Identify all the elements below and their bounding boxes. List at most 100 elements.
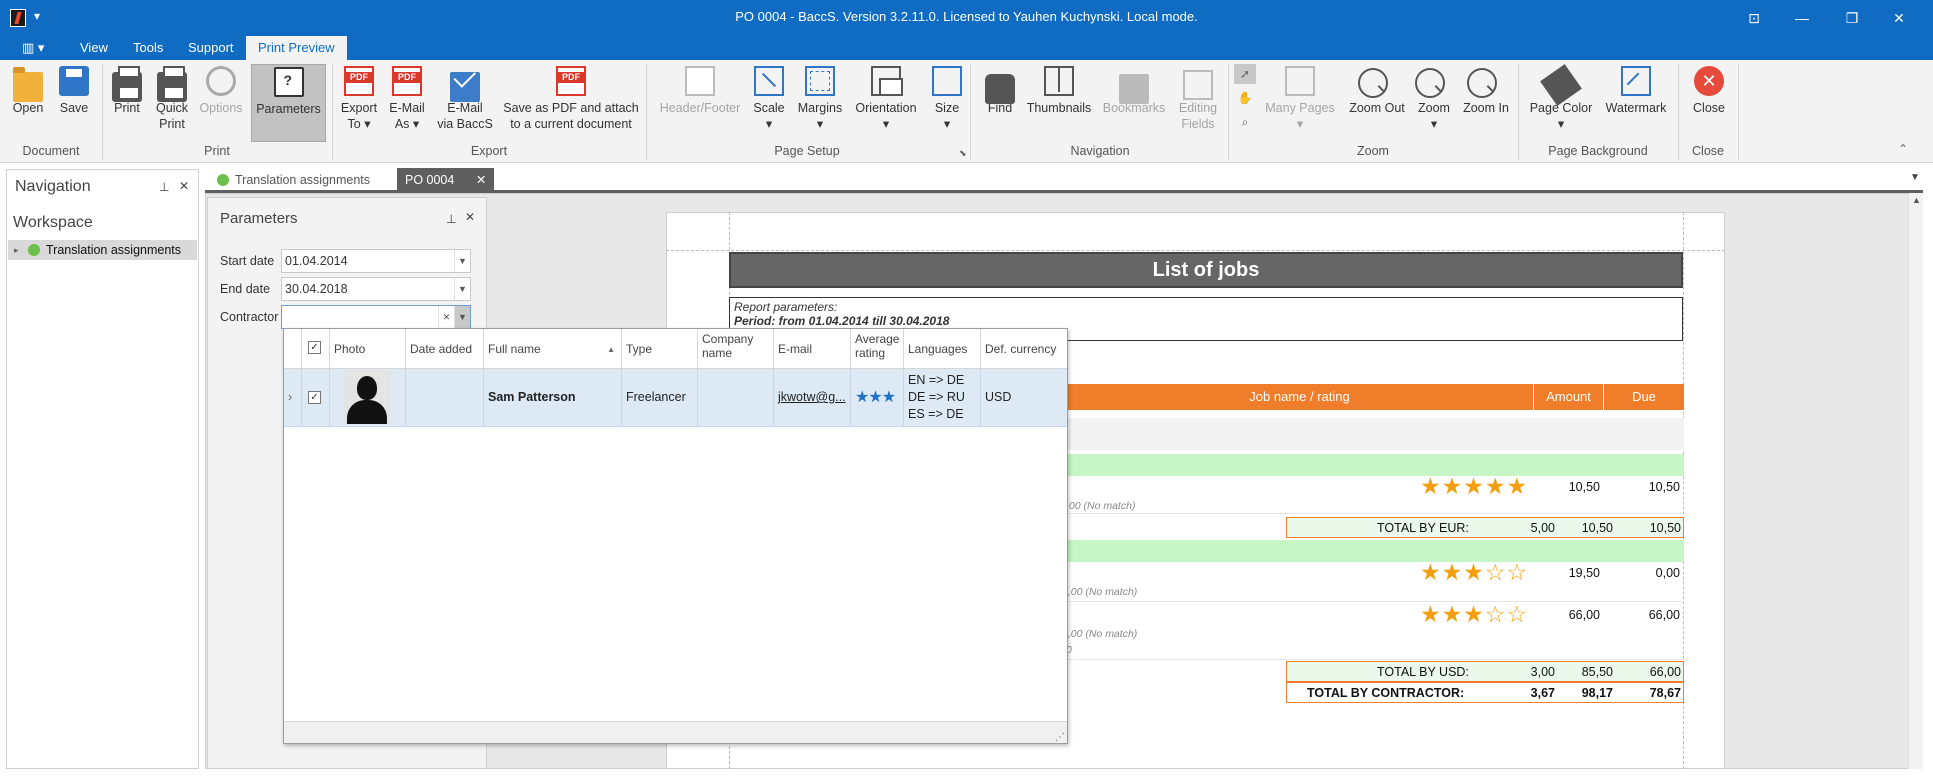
currency-group-row	[1066, 540, 1684, 562]
expand-arrow-icon[interactable]: ▸	[14, 240, 19, 260]
email-as-button[interactable]: E-Mail As ▾	[386, 64, 428, 142]
close-pane-icon[interactable]: ✕	[179, 179, 189, 193]
bookmarks-button[interactable]: Bookmarks	[1100, 64, 1168, 142]
zoom-icon	[1415, 68, 1445, 98]
row-note: 0,00 (No match)	[1062, 586, 1138, 598]
chevron-down-icon[interactable]: ▼	[454, 250, 470, 272]
close-preview-button[interactable]: Close	[1688, 64, 1730, 142]
group-label-zoom: Zoom	[1357, 144, 1389, 158]
page-color-button[interactable]: Page Color ▾	[1526, 64, 1596, 142]
contractor-field[interactable]: ✕ ▼	[281, 305, 471, 329]
chevron-down-icon[interactable]: ▼	[454, 278, 470, 300]
maximize-button[interactable]: ❐	[1837, 6, 1867, 30]
zoom-button[interactable]: Zoom ▾	[1414, 64, 1454, 142]
column-header-type[interactable]: Type	[622, 329, 698, 369]
close-tab-icon[interactable]: ✕	[476, 173, 486, 187]
avatar	[343, 370, 391, 424]
ribbon: Open Save Document Print Quick Print Opt…	[0, 60, 1933, 163]
close-pane-icon[interactable]: ✕	[465, 210, 475, 224]
app-menu-button[interactable]: ▥ ▾	[10, 36, 56, 60]
tab-translation-assignments[interactable]: Translation assignments	[235, 168, 370, 192]
minimize-button[interactable]: —	[1787, 6, 1817, 30]
rating-stars: ★★★★★	[1420, 473, 1529, 499]
tab-po-0004[interactable]: PO 0004 ✕	[397, 168, 495, 192]
pointer-tool-icon[interactable]: ➚	[1234, 64, 1256, 84]
restore-layout-button[interactable]: ⊡	[1739, 6, 1769, 30]
editing-fields-button[interactable]: Editing Fields	[1176, 64, 1220, 142]
column-header-select[interactable]: ✓	[302, 329, 330, 369]
column-header-average-rating[interactable]: Average rating	[851, 329, 904, 369]
column-header-email[interactable]: E-mail	[774, 329, 851, 369]
nav-item-translation-assignments[interactable]: ▸ Translation assignments	[8, 240, 197, 260]
margins-button[interactable]: Margins ▾	[794, 64, 846, 142]
end-date-field[interactable]: 30.04.2018 ▼	[281, 277, 471, 301]
zoom-out-icon	[1358, 68, 1388, 98]
header-footer-button[interactable]: Header/Footer	[654, 64, 746, 142]
menu-support[interactable]: Support	[176, 36, 246, 60]
zoom-in-button[interactable]: Zoom In	[1460, 64, 1512, 142]
languages-cell: EN => DE DE => RU ES => DE	[904, 369, 981, 426]
menu-tools[interactable]: Tools	[121, 36, 175, 60]
menu-view[interactable]: View	[68, 36, 120, 60]
save-button[interactable]: Save	[54, 64, 94, 142]
print-button[interactable]: Print	[108, 64, 146, 142]
thumbnails-button[interactable]: Thumbnails	[1026, 64, 1092, 142]
clear-icon[interactable]: ✕	[438, 306, 454, 328]
size-button[interactable]: Size ▾	[930, 64, 964, 142]
watermark-button[interactable]: Watermark	[1602, 64, 1670, 142]
group-label-document: Document	[22, 144, 80, 158]
options-button[interactable]: Options	[198, 64, 244, 142]
tabs-dropdown-icon[interactable]: ▼	[1910, 172, 1920, 183]
quick-print-button[interactable]: Quick Print	[152, 64, 192, 142]
menu-print-preview[interactable]: Print Preview	[246, 36, 347, 60]
many-pages-button[interactable]: Many Pages ▾	[1262, 64, 1338, 142]
contractor-label: Contractor	[220, 310, 279, 324]
dialog-launcher-icon[interactable]: ⬊	[959, 148, 967, 159]
start-date-label: Start date	[220, 254, 275, 268]
popup-footer: ⋰	[284, 721, 1067, 743]
scale-button[interactable]: Scale ▾	[752, 64, 786, 142]
parameters-pane-title: Parameters	[220, 210, 298, 227]
export-to-button[interactable]: Export To ▾	[338, 64, 380, 142]
scroll-up-icon[interactable]: ▲	[1912, 195, 1921, 205]
orientation-button[interactable]: Orientation ▾	[852, 64, 920, 142]
start-date-field[interactable]: 01.04.2014 ▼	[281, 249, 471, 273]
email-cell[interactable]: jkwotw@g...	[774, 369, 851, 426]
binoculars-icon	[985, 74, 1015, 104]
column-header-photo[interactable]: Photo	[330, 329, 406, 369]
end-date-label: End date	[220, 282, 271, 296]
open-button[interactable]: Open	[8, 64, 48, 142]
column-header-full-name[interactable]: Full name ▲	[484, 329, 622, 369]
magnifier-tool-icon[interactable]: ⌕	[1234, 112, 1256, 132]
find-button[interactable]: Find	[980, 64, 1020, 142]
collapse-ribbon-icon[interactable]: ⌃	[1898, 142, 1908, 156]
email-via-baccs-button[interactable]: E-Mail via BaccS	[434, 64, 496, 142]
save-pdf-attach-button[interactable]: Save as PDF and attach to a current docu…	[502, 64, 640, 142]
chevron-down-icon[interactable]: ▼	[454, 306, 470, 328]
vertical-scrollbar[interactable]: ▲	[1908, 193, 1923, 769]
column-header-date-added[interactable]: Date added	[406, 329, 484, 369]
window-title: PO 0004 - BaccS. Version 3.2.11.0. Licen…	[735, 9, 1198, 24]
row-checkbox[interactable]: ✓	[308, 391, 321, 404]
bookmarks-icon	[1119, 74, 1149, 104]
column-header-expander	[284, 329, 302, 369]
zoom-out-button[interactable]: Zoom Out	[1346, 64, 1408, 142]
row-due: 0,00	[1655, 566, 1680, 580]
pin-icon[interactable]: ⊥	[446, 212, 456, 226]
row-select-cell[interactable]: ✓	[302, 369, 330, 426]
table-row[interactable]: › ✓ Sam Patterson Freelancer jkwotw@g...…	[284, 369, 1067, 427]
pin-icon[interactable]: ⊥	[159, 180, 169, 194]
resize-grip-icon[interactable]: ⋰	[1055, 732, 1065, 743]
hand-tool-icon[interactable]: ✋	[1234, 88, 1256, 108]
column-header-languages[interactable]: Languages	[904, 329, 981, 369]
close-window-button[interactable]: ✕	[1884, 6, 1914, 30]
column-header-currency[interactable]: Def. currency	[981, 329, 1067, 369]
row-expander-icon[interactable]: ›	[284, 369, 302, 426]
group-label-export: Export	[470, 144, 508, 158]
parameters-button[interactable]: Parameters	[251, 64, 326, 142]
close-icon	[1694, 66, 1724, 96]
row-divider	[1066, 659, 1684, 660]
select-all-checkbox[interactable]: ✓	[308, 341, 321, 354]
document-tabs: Translation assignments PO 0004 ✕ ▼	[205, 166, 1925, 192]
column-header-company-name[interactable]: Company name	[698, 329, 774, 369]
